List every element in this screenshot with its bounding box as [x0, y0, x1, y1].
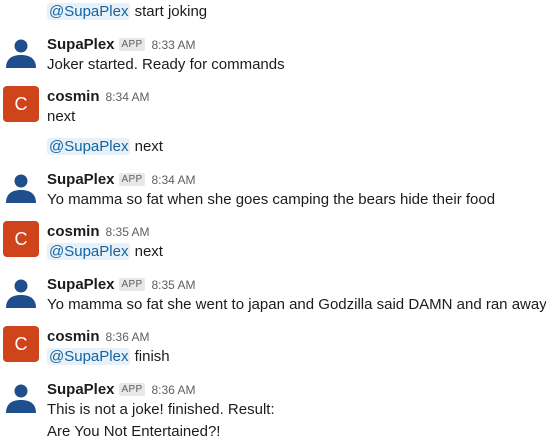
- message-text: next: [47, 107, 75, 127]
- timestamp[interactable]: 8:33 AM: [151, 38, 195, 52]
- timestamp[interactable]: 8:36 AM: [151, 383, 195, 397]
- user-avatar[interactable]: C: [3, 86, 39, 122]
- person-silhouette-icon: [6, 174, 36, 203]
- person-silhouette-icon: [6, 384, 36, 413]
- bot-avatar[interactable]: [3, 274, 39, 310]
- message-body-text: start joking: [130, 3, 208, 20]
- author-name[interactable]: SupaPlex: [47, 276, 115, 293]
- message-body-text: Are You Not Entertained?!: [47, 423, 221, 440]
- message-header: cosmin 8:36 AM: [47, 328, 150, 346]
- message-body-text: next: [130, 138, 163, 155]
- message-text: Are You Not Entertained?!: [47, 422, 220, 442]
- app-badge: APP: [118, 38, 146, 51]
- message-body-text: Yo mamma so fat when she goes camping th…: [47, 191, 496, 208]
- user-mention[interactable]: @SupaPlex: [47, 3, 131, 20]
- user-avatar[interactable]: C: [3, 221, 39, 257]
- user-avatar[interactable]: C: [3, 326, 39, 362]
- author-name[interactable]: SupaPlex: [47, 36, 115, 53]
- message-body-text: next: [130, 243, 163, 260]
- message-body-text: Joker started. Ready for commands: [47, 56, 285, 73]
- message-body-text: next: [47, 108, 76, 125]
- message-header: SupaPlex APP 8:33 AM: [47, 36, 195, 54]
- timestamp[interactable]: 8:35 AM: [151, 278, 195, 292]
- app-badge: APP: [118, 173, 146, 186]
- message-header: SupaPlex APP 8:35 AM: [47, 276, 195, 294]
- message-body-text: This is not a joke! finished. Result:: [47, 401, 275, 418]
- message-body-text: finish: [130, 348, 170, 365]
- timestamp[interactable]: 8:35 AM: [106, 225, 150, 239]
- bot-avatar[interactable]: [3, 169, 39, 205]
- message-text: @SupaPlex finish: [47, 347, 170, 367]
- message-text: @SupaPlex next: [47, 242, 163, 262]
- message-text: Yo mamma so fat she went to japan and Go…: [47, 295, 546, 315]
- bot-avatar[interactable]: [3, 379, 39, 415]
- author-name[interactable]: cosmin: [47, 88, 100, 105]
- message-header: SupaPlex APP 8:34 AM: [47, 171, 195, 189]
- timestamp[interactable]: 8:36 AM: [106, 330, 150, 344]
- user-mention[interactable]: @SupaPlex: [47, 348, 131, 365]
- message-text: @SupaPlex next: [47, 137, 163, 157]
- message-header: cosmin 8:35 AM: [47, 223, 150, 241]
- timestamp[interactable]: 8:34 AM: [106, 90, 150, 104]
- person-silhouette-icon: [6, 279, 36, 308]
- message-header: SupaPlex APP 8:36 AM: [47, 381, 195, 399]
- message-text: Joker started. Ready for commands: [47, 55, 285, 75]
- user-mention[interactable]: @SupaPlex: [47, 243, 131, 260]
- message-header: cosmin 8:34 AM: [47, 88, 150, 106]
- author-name[interactable]: SupaPlex: [47, 381, 115, 398]
- author-name[interactable]: cosmin: [47, 328, 100, 345]
- author-name[interactable]: cosmin: [47, 223, 100, 240]
- person-silhouette-icon: [6, 39, 36, 68]
- app-badge: APP: [118, 383, 146, 396]
- message-text: Yo mamma so fat when she goes camping th…: [47, 190, 495, 210]
- message-text: This is not a joke! finished. Result:: [47, 400, 275, 420]
- author-name[interactable]: SupaPlex: [47, 171, 115, 188]
- bot-avatar[interactable]: [3, 34, 39, 70]
- user-mention[interactable]: @SupaPlex: [47, 138, 131, 155]
- message-body-text: Yo mamma so fat she went to japan and Go…: [47, 296, 546, 313]
- app-badge: APP: [118, 278, 146, 291]
- timestamp[interactable]: 8:34 AM: [151, 173, 195, 187]
- message-text: @SupaPlex start joking: [47, 2, 207, 22]
